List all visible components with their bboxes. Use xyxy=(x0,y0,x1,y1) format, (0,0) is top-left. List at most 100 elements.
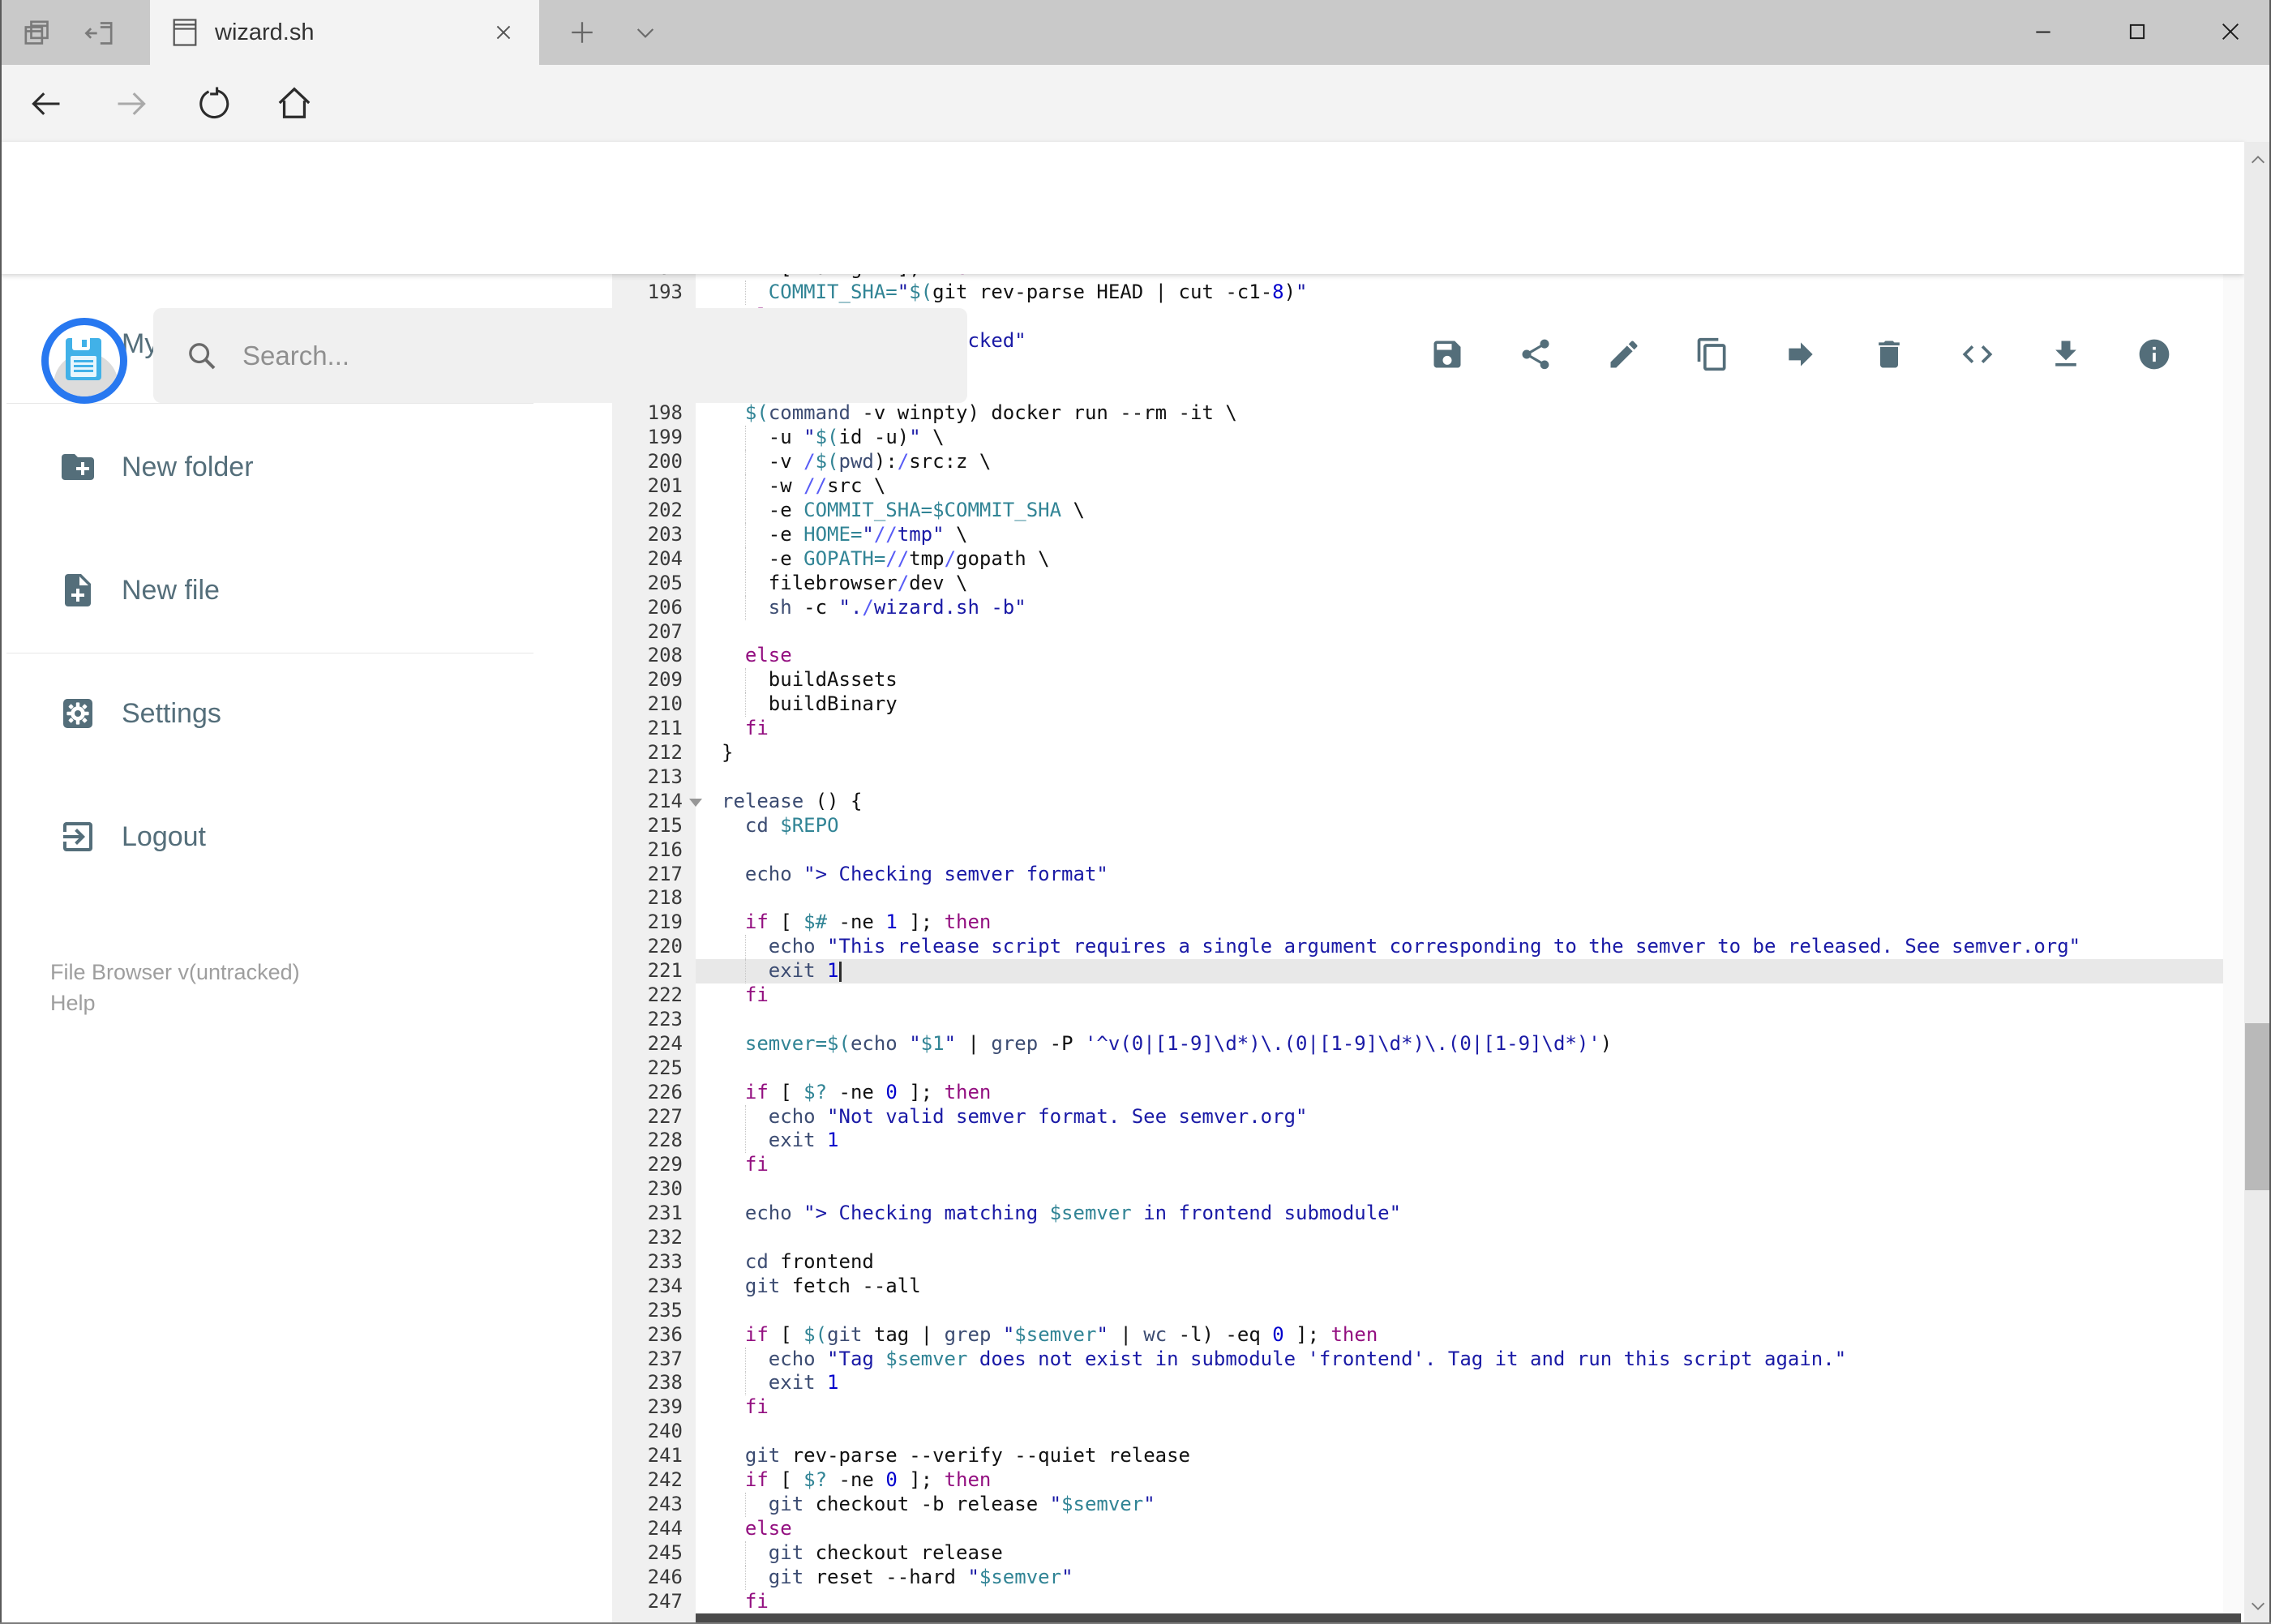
scroll-down-button[interactable] xyxy=(2244,1588,2271,1624)
code-line[interactable]: echo "Tag $semver does not exist in subm… xyxy=(696,1347,2223,1372)
code-line[interactable]: if [ $(git tag | grep "$semver" | wc -l)… xyxy=(696,1323,2223,1348)
delete-button[interactable] xyxy=(1871,336,1907,372)
gutter-line-number[interactable]: 233 xyxy=(612,1250,683,1275)
gutter-line-number[interactable]: 223 xyxy=(612,1008,683,1032)
code-line[interactable]: cd frontend xyxy=(696,1250,2223,1275)
code-line[interactable]: git rev-parse --verify --quiet release xyxy=(696,1444,2223,1468)
gutter-line-number[interactable]: 237 xyxy=(612,1348,683,1372)
gutter-line-number[interactable]: 218 xyxy=(612,886,683,911)
move-button[interactable] xyxy=(1783,336,1819,372)
code-line[interactable]: -e HOME="//tmp" \ xyxy=(696,522,2223,547)
code-line[interactable]: if [ $? -ne 0 ]; then xyxy=(696,1081,2223,1105)
gutter-line-number[interactable]: 221 xyxy=(612,959,683,983)
window-maximize-button[interactable] xyxy=(2100,0,2175,63)
code-line[interactable]: git checkout release xyxy=(696,1540,2223,1566)
browser-tab[interactable]: wizard.sh xyxy=(150,0,539,65)
code-line[interactable] xyxy=(696,765,2223,790)
gutter-line-number[interactable]: 215 xyxy=(612,814,683,838)
code-line[interactable]: -w //src \ xyxy=(696,474,2223,499)
search-box[interactable] xyxy=(153,308,967,403)
code-line[interactable]: git fetch --all xyxy=(696,1275,2223,1299)
code-line[interactable] xyxy=(696,1299,2223,1323)
gutter-line-number[interactable]: 239 xyxy=(612,1395,683,1420)
gutter-line-number[interactable]: 236 xyxy=(612,1323,683,1348)
gutter-line-number[interactable]: 219 xyxy=(612,911,683,935)
set-tabs-aside-button[interactable] xyxy=(78,11,122,55)
page-scrollbar[interactable] xyxy=(2244,142,2271,1624)
tab-dropdown-button[interactable] xyxy=(626,15,665,50)
window-close-button[interactable] xyxy=(2193,0,2268,63)
gutter-line-number[interactable]: 234 xyxy=(612,1275,683,1299)
sidebar-item-settings[interactable]: Settings xyxy=(0,673,535,754)
home-button[interactable] xyxy=(273,83,315,125)
sidebar-item-new-folder[interactable]: New folder xyxy=(0,426,535,508)
gutter-line-number[interactable]: 227 xyxy=(612,1105,683,1129)
code-line[interactable] xyxy=(696,1177,2223,1202)
gutter-line-number[interactable]: 217 xyxy=(612,863,683,887)
help-link[interactable]: Help xyxy=(50,988,300,1018)
scroll-up-button[interactable] xyxy=(2244,142,2271,178)
code-line[interactable]: fi xyxy=(696,983,2223,1008)
code-line[interactable]: cd $REPO xyxy=(696,814,2223,838)
gutter-line-number[interactable]: 212 xyxy=(612,741,683,765)
gutter-line-number[interactable]: 230 xyxy=(612,1177,683,1202)
rename-button[interactable] xyxy=(1606,336,1642,372)
sidebar-item-logout[interactable]: Logout xyxy=(0,796,535,877)
gutter-line-number[interactable]: 213 xyxy=(612,765,683,790)
gutter-line-number[interactable]: 229 xyxy=(612,1153,683,1177)
gutter-line-number[interactable]: 245 xyxy=(612,1541,683,1566)
code-line[interactable] xyxy=(696,1008,2223,1032)
code-line[interactable]: fi xyxy=(696,1395,2223,1420)
code-line[interactable]: filebrowser/dev \ xyxy=(696,571,2223,596)
gutter-line-number[interactable]: 209 xyxy=(612,668,683,692)
code-line[interactable]: fi xyxy=(696,717,2223,741)
sidebar-item-new-file[interactable]: New file xyxy=(0,550,535,631)
code-line[interactable]: release () { xyxy=(696,790,2223,814)
gutter-line-number[interactable]: 216 xyxy=(612,838,683,863)
gutter-line-number[interactable]: 246 xyxy=(612,1566,683,1590)
app-logo[interactable] xyxy=(41,318,127,404)
code-line[interactable] xyxy=(696,886,2223,911)
gutter-line-number[interactable]: 241 xyxy=(612,1444,683,1468)
window-minimize-button[interactable] xyxy=(2006,0,2080,63)
code-line[interactable]: buildAssets xyxy=(696,668,2223,693)
code-line[interactable]: git reset --hard "$semver" xyxy=(696,1565,2223,1590)
gutter-line-number[interactable]: 203 xyxy=(612,523,683,547)
info-button[interactable] xyxy=(2136,336,2172,372)
code-line[interactable] xyxy=(696,620,2223,645)
gutter-line-number[interactable]: 214 xyxy=(612,790,683,814)
code-line[interactable]: -u "$(id -u)" \ xyxy=(696,426,2223,451)
search-input[interactable] xyxy=(241,339,967,372)
code-line[interactable]: COMMIT_SHA="$(git rev-parse HEAD | cut -… xyxy=(696,280,2223,305)
code-line[interactable]: -e GOPATH=//tmp/gopath \ xyxy=(696,546,2223,572)
code-line[interactable]: else xyxy=(696,1517,2223,1541)
gutter-line-number[interactable]: 224 xyxy=(612,1032,683,1056)
gutter-line-number[interactable]: 242 xyxy=(612,1468,683,1493)
gutter-line-number[interactable]: 244 xyxy=(612,1517,683,1541)
gutter-line-number[interactable]: 198 xyxy=(612,401,683,426)
raw-view-button[interactable] xyxy=(1960,336,1995,372)
code-line[interactable]: if [ $# -ne 1 ]; then xyxy=(696,911,2223,935)
code-line[interactable]: exit 1 xyxy=(696,959,2223,984)
gutter-line-number[interactable]: 206 xyxy=(612,596,683,620)
new-tab-button[interactable] xyxy=(564,15,600,50)
copy-button[interactable] xyxy=(1695,336,1730,372)
back-button[interactable] xyxy=(25,83,67,125)
code-line[interactable]: semver=$(echo "$1" | grep -P '^v(0|[1-9]… xyxy=(696,1032,2223,1056)
gutter-line-number[interactable]: 228 xyxy=(612,1129,683,1153)
gutter-line-number[interactable]: 235 xyxy=(612,1299,683,1323)
code-line[interactable]: } xyxy=(696,741,2223,765)
download-button[interactable] xyxy=(2048,336,2084,372)
tab-close-button[interactable] xyxy=(489,18,518,47)
tab-preview-button[interactable] xyxy=(15,11,59,55)
code-line[interactable]: $(command -v winpty) docker run --rm -it… xyxy=(696,401,2223,426)
refresh-button[interactable] xyxy=(192,83,234,125)
gutter-line-number[interactable]: 210 xyxy=(612,692,683,717)
code-line[interactable] xyxy=(696,1420,2223,1444)
gutter-line-number[interactable]: 240 xyxy=(612,1420,683,1444)
code-line[interactable]: if [ $? -ne 0 ]; then xyxy=(696,1468,2223,1493)
code-line[interactable]: echo "> Checking semver format" xyxy=(696,863,2223,887)
scrollbar-thumb[interactable] xyxy=(2245,1023,2270,1190)
gutter-line-number[interactable]: 225 xyxy=(612,1056,683,1081)
gutter-line-number[interactable]: 204 xyxy=(612,547,683,572)
